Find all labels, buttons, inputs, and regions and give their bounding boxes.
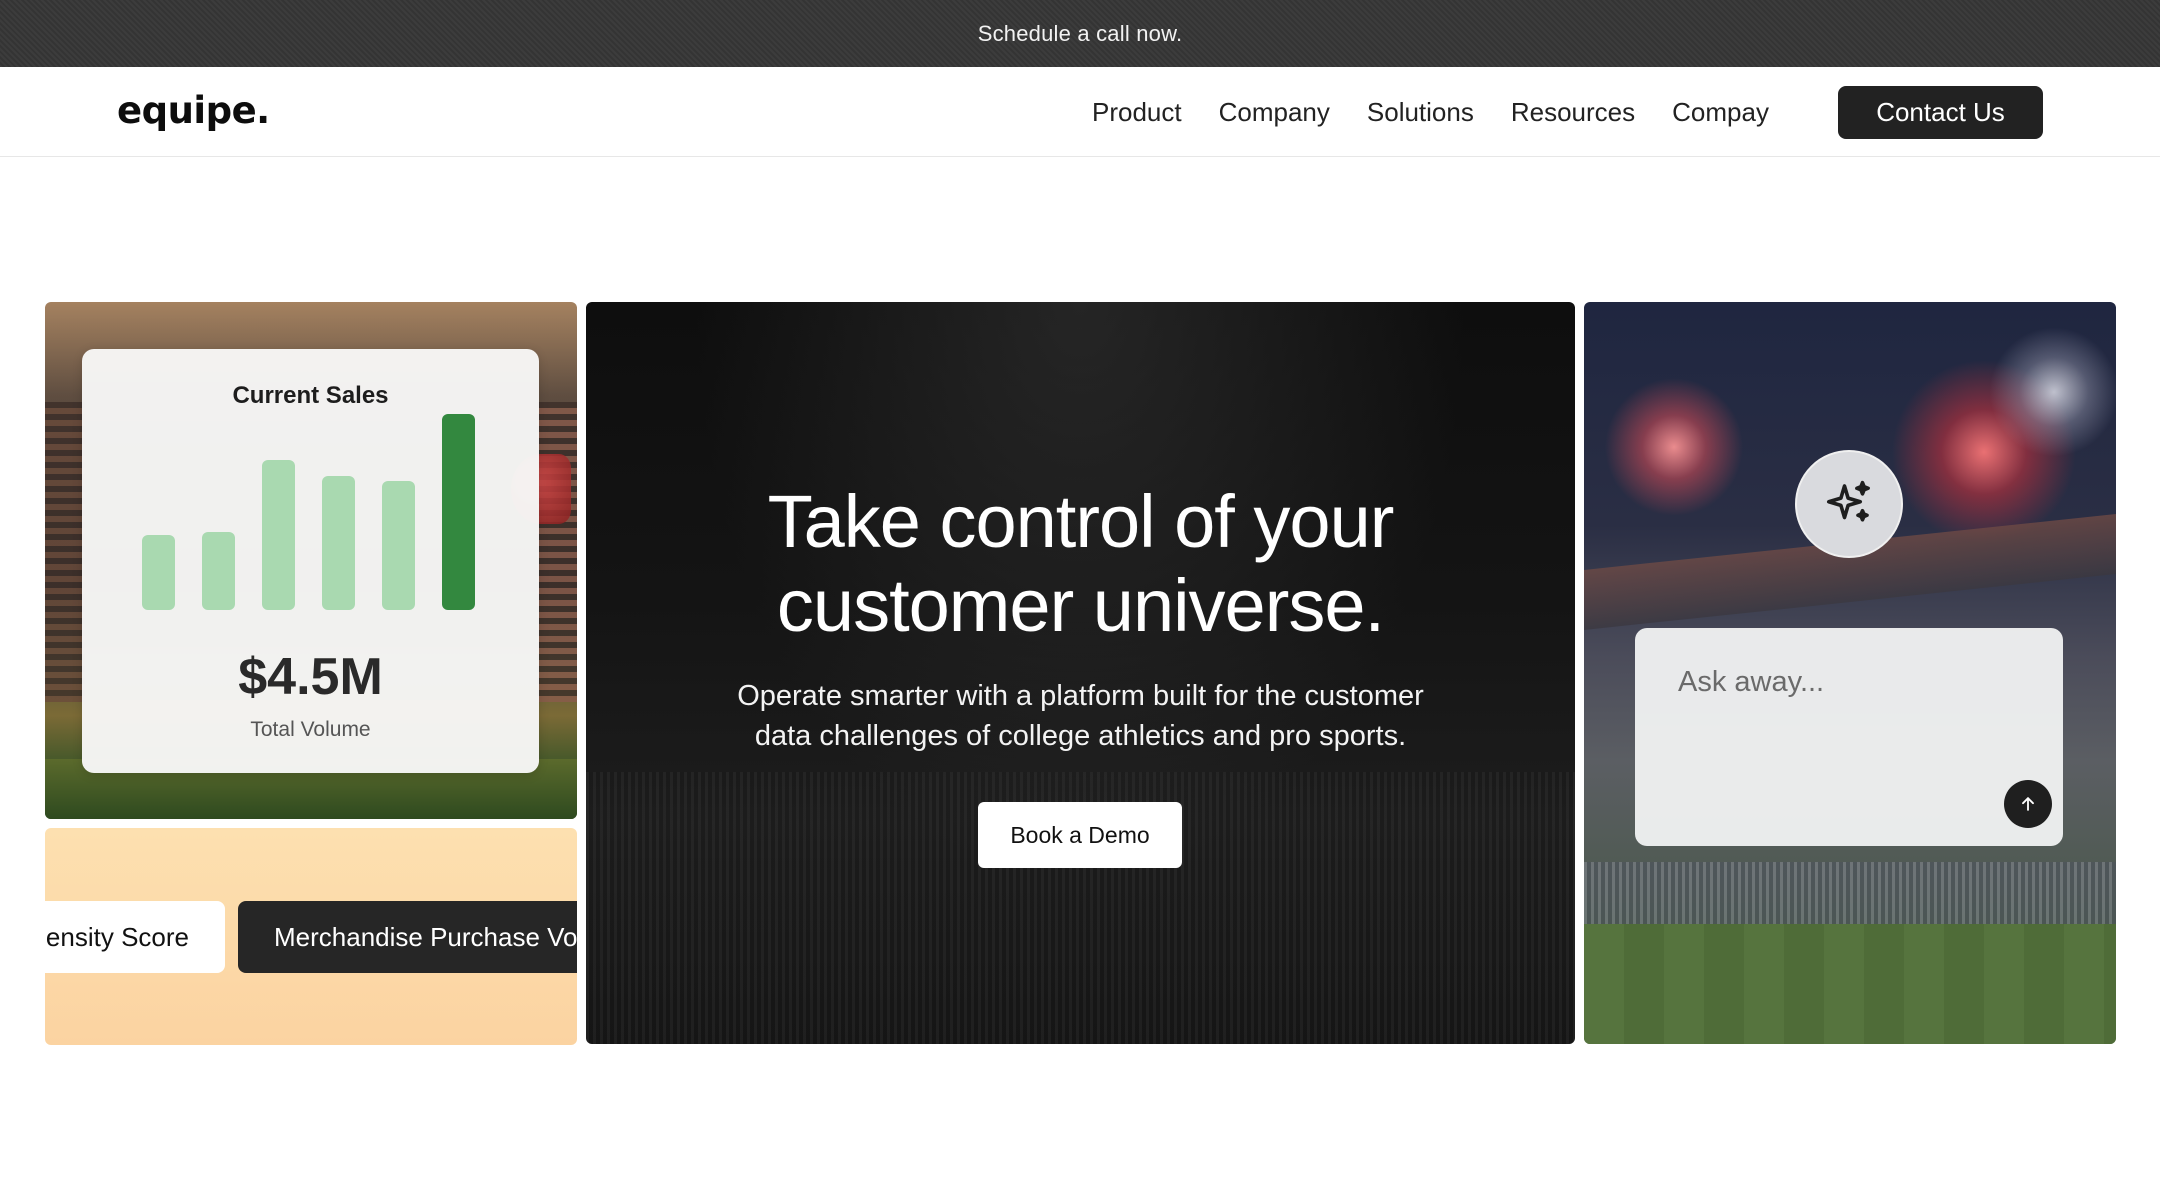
hero-subtitle: Operate smarter with a platform built fo… (696, 676, 1465, 756)
sales-bar-highlight (442, 414, 475, 610)
hero-subtitle-line-2: data challenges of college athletics and… (754, 720, 1407, 752)
nav-links: Product Company Solutions Resources Comp… (1092, 67, 1806, 157)
hero-panel: Take control of your customer universe. … (586, 302, 1575, 1044)
sales-bar (142, 535, 175, 610)
metric-chip-intensity-score[interactable]: ensity Score (45, 901, 225, 973)
metrics-ticker-panel: ensity Score Merchandise Purchase Vo (45, 828, 577, 1045)
stadium-stands-image (1584, 862, 2116, 932)
firework-image (1984, 322, 2116, 462)
book-demo-button[interactable]: Book a Demo (978, 802, 1182, 868)
send-button[interactable] (2004, 780, 2052, 828)
sparkles-icon (1795, 450, 1903, 558)
hero-title: Take control of your customer universe. (586, 480, 1575, 648)
sales-bar-chart (142, 414, 482, 610)
announcement-bar: Schedule a call now. (0, 0, 2160, 67)
crowd-image-right (537, 402, 577, 702)
crowd-image-left (45, 402, 85, 702)
sales-bar (382, 481, 415, 610)
hero-title-line-1: Take control of your (767, 480, 1395, 563)
sales-card-title: Current Sales (232, 382, 389, 409)
logo[interactable]: equipe. (117, 89, 270, 132)
nav-item-compay[interactable]: Compay (1672, 97, 1769, 128)
nav-item-resources[interactable]: Resources (1511, 97, 1635, 128)
contact-us-button[interactable]: Contact Us (1838, 86, 2043, 139)
hero-title-line-2: customer universe. (776, 564, 1385, 647)
sales-bar (262, 460, 295, 610)
nav-item-solutions[interactable]: Solutions (1367, 97, 1474, 128)
metric-chip-merchandise-purchase[interactable]: Merchandise Purchase Vo (238, 901, 577, 973)
arrow-up-icon (2022, 797, 2034, 811)
sales-bar (322, 476, 355, 610)
pitch-image (1584, 924, 2116, 1044)
schedule-call-link[interactable]: Schedule a call now. (978, 21, 1183, 47)
sales-panel: Current Sales $4.5M Total Volume (45, 302, 577, 819)
navbar: equipe. Product Company Solutions Resour… (0, 67, 2160, 157)
nav-item-product[interactable]: Product (1092, 97, 1182, 128)
firework-image (1599, 372, 1749, 522)
sales-bar (202, 532, 235, 610)
hero-subtitle-line-1: Operate smarter with a platform built fo… (737, 680, 1424, 712)
ask-box (1635, 628, 2063, 846)
sales-total-label: Total Volume (250, 718, 371, 741)
current-sales-card: Current Sales $4.5M Total Volume (82, 349, 539, 773)
assistant-panel (1584, 302, 2116, 1044)
sales-total-value: $4.5M (238, 648, 383, 706)
nav-item-company[interactable]: Company (1219, 97, 1330, 128)
ask-input[interactable] (1635, 628, 2063, 846)
